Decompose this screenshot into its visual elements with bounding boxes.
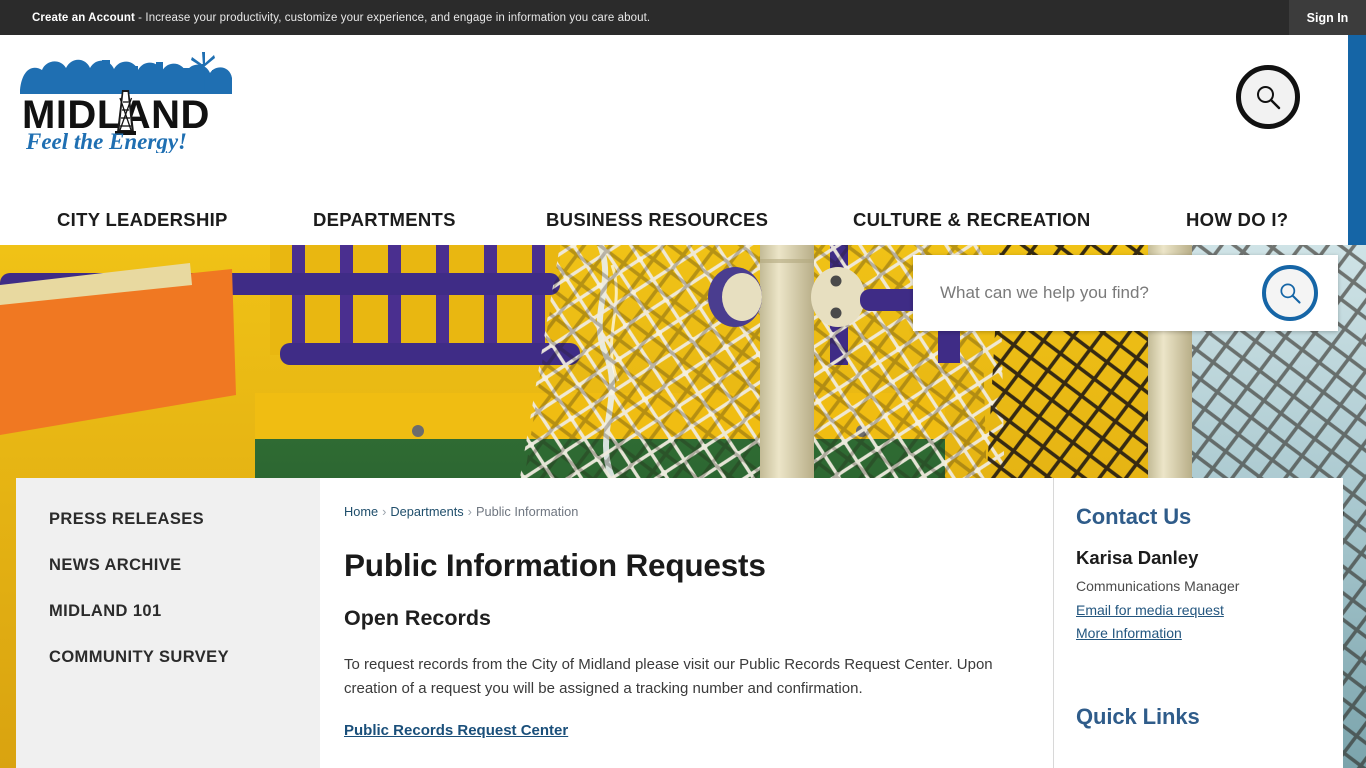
midland-logo[interactable]: MIDLAND Feel the Energy!: [16, 48, 244, 153]
nav-item-culture-recreation[interactable]: CULTURE & RECREATION: [853, 209, 1091, 231]
sidebar-item-community-survey[interactable]: COMMUNITY SURVEY: [16, 634, 320, 680]
breadcrumb-link-home[interactable]: Home: [344, 504, 378, 519]
create-account-description: - Increase your productivity, customize …: [134, 11, 651, 24]
main-content: Home › Departments › Public Information Publ…: [320, 478, 1053, 768]
page-title: Public Information Requests: [344, 547, 766, 583]
breadcrumb-link-departments[interactable]: Departments: [390, 504, 463, 519]
nav-item-business-resources[interactable]: BUSINESS RESOURCES: [546, 209, 768, 231]
logo-tagline-text: Feel the Energy!: [25, 129, 187, 153]
left-sidebar-navigation: PRESS RELEASES NEWS ARCHIVE MIDLAND 101 …: [16, 478, 320, 768]
sidebar-item-midland-101[interactable]: MIDLAND 101: [16, 588, 320, 634]
nav-item-departments[interactable]: DEPARTMENTS: [313, 209, 456, 231]
breadcrumb-separator: ›: [467, 504, 472, 519]
breadcrumb-current-page: Public Information: [475, 504, 579, 519]
open-records-paragraph: To request records from the City of Midl…: [344, 656, 993, 698]
nav-item-city-leadership[interactable]: CITY LEADERSHIP: [57, 209, 228, 231]
search-icon: [1280, 283, 1301, 304]
hero-search-submit-button[interactable]: [1262, 265, 1318, 321]
search-input[interactable]: [940, 283, 1262, 303]
sign-in-button[interactable]: Sign In: [1289, 0, 1366, 35]
sidebar-item-press-releases[interactable]: PRESS RELEASES: [16, 496, 320, 542]
header-accent-strip: [1348, 35, 1366, 245]
site-header: MIDLAND Feel the Energy! CITY LEADERSHIP…: [0, 35, 1348, 245]
contact-us-heading: Contact Us: [1076, 504, 1192, 529]
header-search-button[interactable]: [1236, 65, 1300, 129]
contact-role: Communications Manager: [1076, 578, 1240, 594]
create-account-link[interactable]: Create an Account: [32, 12, 135, 24]
section-title-open-records: Open Records: [344, 606, 491, 630]
contact-name: Karisa Danley: [1076, 547, 1199, 568]
main-navigation: CITY LEADERSHIP DEPARTMENTS BUSINESS RES…: [0, 195, 1348, 245]
nav-item-how-do-i[interactable]: HOW DO I?: [1186, 209, 1288, 231]
sidebar-item-news-archive[interactable]: NEWS ARCHIVE: [16, 542, 320, 588]
breadcrumb-separator: ›: [382, 504, 387, 519]
public-records-request-center-link[interactable]: Public Records Request Center: [344, 722, 568, 739]
top-utility-bar: Create an Account - Increase your produc…: [0, 0, 1366, 35]
search-icon: [1257, 86, 1281, 110]
quick-links-heading: Quick Links: [1076, 704, 1200, 729]
content-panel: PRESS RELEASES NEWS ARCHIVE MIDLAND 101 …: [16, 478, 1343, 768]
email-media-request-link[interactable]: Email for media request: [1076, 602, 1343, 618]
more-information-link[interactable]: More Information: [1076, 625, 1343, 641]
right-sidebar: Contact Us Karisa Danley Communications …: [1053, 478, 1343, 768]
hero-search-bar: [913, 255, 1338, 331]
create-account-message[interactable]: Create an Account - Increase your produc…: [32, 12, 650, 24]
midland-logo-graphic: MIDLAND Feel the Energy!: [20, 52, 232, 153]
breadcrumb: Home › Departments › Public Information: [344, 504, 1023, 519]
